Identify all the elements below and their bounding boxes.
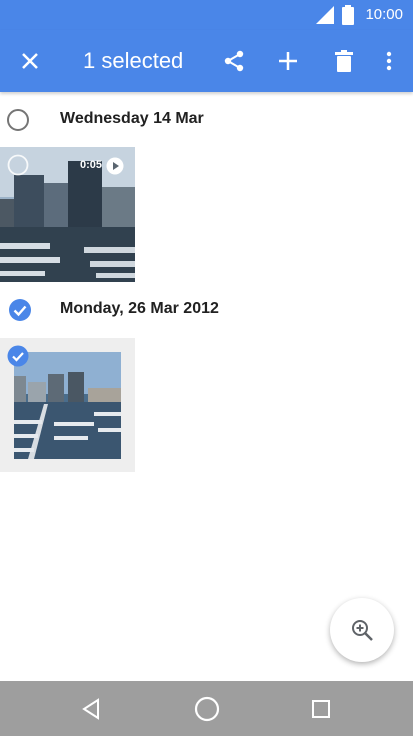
video-duration: 0:05 (80, 159, 103, 171)
status-bar: 10:00 (0, 0, 413, 30)
status-time: 10:00 (365, 6, 403, 23)
more-vert-icon (386, 51, 392, 71)
play-icon (106, 157, 124, 175)
plus-icon (279, 52, 297, 70)
item-select-toggle[interactable] (6, 344, 30, 368)
section-date: Wednesday 14 Mar (60, 110, 204, 127)
date-section-header: Wednesday 14 Mar (0, 100, 413, 140)
section-select-toggle[interactable] (4, 106, 32, 134)
section-date: Monday, 26 Mar 2012 (60, 300, 219, 317)
section-select-toggle[interactable] (6, 296, 34, 324)
selection-count-title: 1 selected (83, 48, 184, 73)
close-button[interactable] (12, 43, 48, 79)
back-button[interactable] (76, 693, 108, 725)
signal-icon (316, 6, 334, 24)
date-section-header: Monday, 26 Mar 2012 (0, 290, 413, 330)
battery-icon (342, 5, 354, 25)
home-button[interactable] (189, 691, 225, 727)
home-icon (194, 696, 220, 722)
zoom-in-icon (352, 620, 373, 641)
add-button[interactable] (270, 43, 306, 79)
share-button[interactable] (216, 43, 252, 79)
delete-button[interactable] (326, 43, 362, 79)
unchecked-circle-icon (7, 109, 29, 131)
share-icon (224, 50, 244, 72)
back-icon (82, 698, 99, 720)
close-icon (22, 53, 38, 69)
video-thumbnail[interactable]: 0:05 (0, 147, 135, 282)
system-nav-bar (0, 681, 413, 736)
selection-app-bar: 1 selected (0, 30, 413, 92)
photo-thumbnail[interactable] (0, 338, 135, 472)
zoom-button[interactable] (330, 598, 394, 662)
recents-button[interactable] (305, 693, 337, 725)
unchecked-circle-icon (7, 154, 29, 176)
item-select-toggle[interactable] (6, 153, 30, 177)
trash-icon (335, 50, 353, 72)
checked-circle-icon (7, 345, 29, 367)
checked-circle-icon (9, 299, 31, 321)
recents-icon (312, 700, 330, 718)
harbor-photo-image (14, 352, 121, 459)
more-options-button[interactable] (371, 43, 407, 79)
